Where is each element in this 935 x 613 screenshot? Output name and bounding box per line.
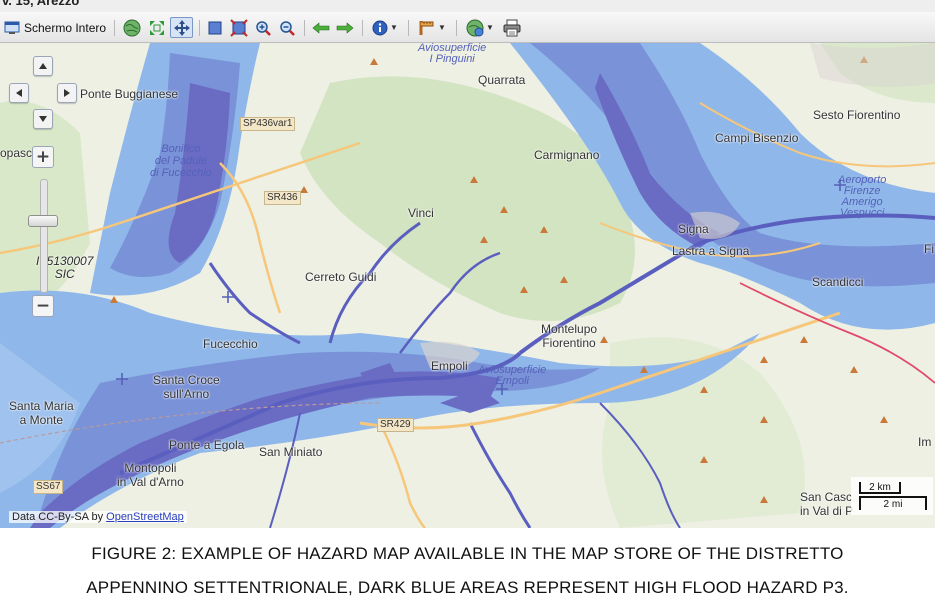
road-shield-sr429: SR429 — [377, 418, 414, 432]
zoom-box-out-button[interactable] — [228, 17, 250, 38]
road-shield-sp436var1: SP436var1 — [240, 117, 296, 131]
label-im: Im — [918, 435, 932, 449]
label-bonifico-padule: Bonifico del Padule di Fucecchio — [150, 143, 212, 179]
layers-dropdown-button[interactable]: ▼ — [463, 17, 497, 38]
zoom-out-map-button[interactable]: − — [32, 295, 54, 317]
scale-bar-km: 2 km — [859, 482, 901, 494]
ruler-icon — [419, 20, 434, 35]
zoom-in-map-button[interactable]: + — [32, 146, 54, 168]
chevron-down-icon: ▼ — [438, 23, 446, 32]
fullscreen-button[interactable]: Schermo Intero — [4, 17, 108, 38]
label-signa: Signa — [678, 222, 709, 236]
label-vinci: Vinci — [408, 206, 434, 220]
label-opasc: opasc — [0, 146, 33, 160]
figure-caption-line-2: APPENNINO SETTENTRIONALE, DARK BLUE AREA… — [86, 578, 849, 597]
pan-tool-button[interactable] — [170, 17, 193, 38]
map-viewport[interactable]: Aviosuperficie I Pinguini Quarrata Ponte… — [0, 43, 935, 528]
zoom-to-max-extent-button[interactable] — [121, 17, 143, 38]
label-fucecchio: Fucecchio — [203, 337, 258, 351]
label-campi-bisenzio: Campi Bisenzio — [715, 131, 799, 145]
world-settings-icon — [466, 19, 484, 36]
print-button[interactable] — [501, 17, 523, 38]
plus-icon: + — [35, 146, 51, 167]
label-ponte-buggianese: Ponte Buggianese — [80, 87, 179, 101]
info-icon — [372, 20, 388, 35]
label-aviosuperficie-empoli: Aviosuperficie Empoli — [478, 364, 547, 387]
pan-right-button[interactable] — [57, 83, 77, 103]
zoom-box-in-button[interactable] — [204, 17, 226, 38]
label-montelupo: Montelupo Fiorentino — [541, 322, 598, 350]
road-shield-sr436: SR436 — [264, 191, 301, 205]
road-shield-ss67: SS67 — [33, 480, 64, 494]
toolbar-separator — [304, 20, 305, 36]
chevron-down-icon: ▼ — [486, 23, 494, 32]
toolbar-separator — [114, 20, 115, 36]
measure-dropdown-button[interactable]: ▼ — [414, 17, 450, 38]
label-aviosuperficie-pinguini: Aviosuperficie I Pinguini — [418, 43, 487, 65]
fullscreen-label: Schermo Intero — [24, 20, 107, 35]
expand-arrows-icon — [150, 20, 164, 35]
minus-icon: − — [35, 295, 51, 316]
label-santa-croce: Santa Croce sull'Arno — [153, 373, 220, 401]
figure-caption-line-1: FIGURE 2: EXAMPLE OF HAZARD MAP AVAILABL… — [91, 544, 844, 563]
label-sesto-fiorentino: Sesto Fiorentino — [813, 108, 901, 122]
label-san-miniato: San Miniato — [259, 445, 323, 459]
zoom-out-button[interactable] — [276, 17, 298, 38]
label-lastra-a-signa: Lastra a Signa — [672, 244, 750, 258]
attribution-text: Data CC-By-SA by — [12, 511, 107, 523]
zoom-box-out-icon — [230, 18, 248, 37]
window-title: v. 15, Arezzo — [2, 0, 80, 8]
pan-left-button[interactable] — [9, 83, 29, 103]
triangle-right-icon — [64, 89, 70, 97]
globe-icon — [123, 19, 141, 36]
map-attribution: Data CC-By-SA by OpenStreetMap — [9, 511, 187, 523]
pan-down-button[interactable] — [33, 109, 53, 129]
label-ponte-a-egola: Ponte a Egola — [169, 438, 245, 452]
zoom-slider-handle[interactable] — [28, 215, 58, 227]
scale-bar-mi: 2 mi — [859, 496, 927, 510]
pan-arrows-icon — [173, 19, 190, 36]
label-montopoli: Montopoli in Val d'Arno — [117, 461, 184, 489]
magnifier-minus-icon — [280, 20, 295, 36]
toolbar-separator — [362, 20, 363, 36]
label-san-casciano: San Casc in Val di P — [800, 490, 854, 518]
magnifier-plus-icon — [256, 20, 271, 36]
zoom-extent-button[interactable] — [146, 17, 168, 38]
next-view-button[interactable] — [334, 17, 356, 38]
label-empoli: Empoli — [431, 359, 468, 373]
toolbar-separator — [408, 20, 409, 36]
triangle-down-icon — [39, 116, 47, 122]
label-fi: Fi — [924, 242, 934, 256]
label-cerreto-guidi: Cerreto Guidi — [305, 270, 377, 284]
zoom-box-icon — [208, 21, 222, 34]
monitor-icon — [4, 21, 20, 34]
arrow-left-icon — [312, 21, 330, 34]
toolbar-separator — [199, 20, 200, 36]
triangle-left-icon — [16, 89, 22, 97]
window-title-strip: v. 15, Arezzo — [0, 0, 935, 12]
label-quarrata: Quarrata — [478, 73, 526, 87]
chevron-down-icon: ▼ — [390, 23, 398, 32]
triangle-up-icon — [39, 63, 47, 69]
zoom-slider-track[interactable] — [40, 179, 48, 293]
pan-up-button[interactable] — [33, 56, 53, 76]
scale-bar: 2 km 2 mi — [855, 480, 931, 514]
toolbar-separator — [456, 20, 457, 36]
label-carmignano: Carmignano — [534, 148, 600, 162]
printer-icon — [503, 19, 521, 36]
zoom-in-button[interactable] — [252, 17, 274, 38]
map-base-layer — [0, 43, 935, 528]
info-dropdown-button[interactable]: ▼ — [368, 17, 402, 38]
label-scandicci: Scandicci — [812, 275, 864, 289]
label-aeroporto: Aeroporto Firenze Amerigo Vespucci — [838, 174, 887, 219]
openstreetmap-link[interactable]: OpenStreetMap — [106, 511, 184, 523]
label-santa-maria: Santa Maria a Monte — [9, 399, 74, 427]
map-toolbar: Schermo Intero ▼ ▼ ▼ — [0, 12, 935, 43]
previous-view-button[interactable] — [310, 17, 332, 38]
arrow-right-icon — [336, 21, 354, 34]
